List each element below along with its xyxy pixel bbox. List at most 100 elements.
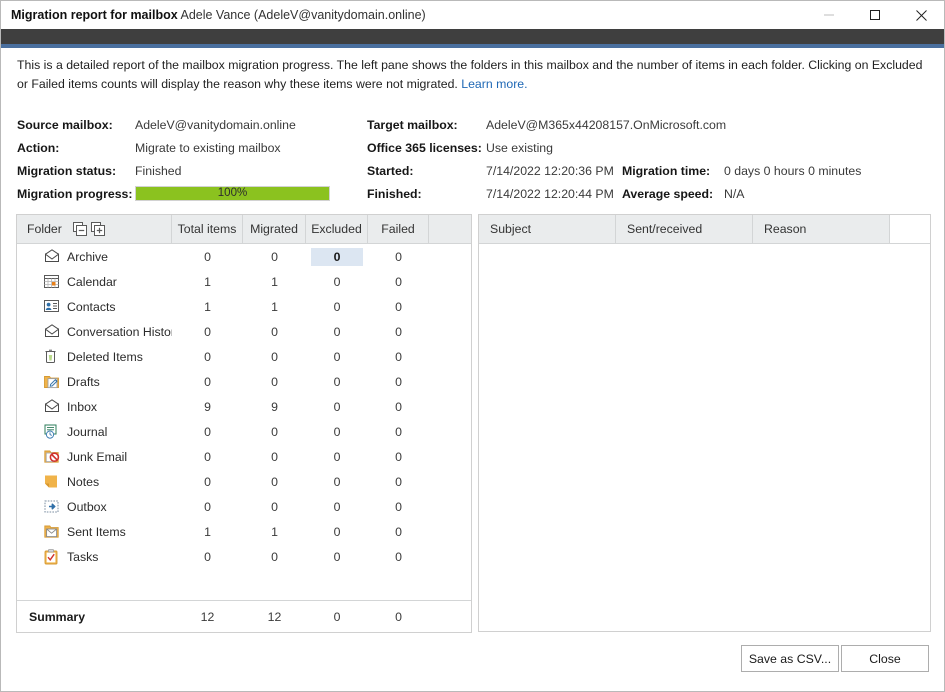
target-mailbox-value: AdeleV@M365x44208157.OnMicrosoft.com [486, 117, 727, 132]
table-row[interactable]: Tasks 0 0 0 0 [17, 544, 471, 569]
failed-cell[interactable]: 0 [368, 400, 429, 414]
table-row[interactable]: Notes 0 0 0 0 [17, 469, 471, 494]
table-row[interactable]: Archive 0 0 0 0 [17, 244, 471, 269]
failed-cell[interactable]: 0 [368, 425, 429, 439]
drafts-icon [44, 374, 61, 390]
folder-name-cell[interactable]: Drafts [17, 374, 172, 390]
migration-progress-bar: 100% [135, 186, 330, 201]
excluded-cell[interactable]: 0 [306, 425, 368, 439]
column-header-excluded[interactable]: Excluded [306, 215, 368, 243]
failed-cell[interactable]: 0 [368, 325, 429, 339]
column-header-migrated[interactable]: Migrated [243, 215, 306, 243]
table-row[interactable]: Drafts 0 0 0 0 [17, 369, 471, 394]
folder-name-label: Deleted Items [67, 349, 143, 364]
column-header-reason[interactable]: Reason [753, 215, 890, 243]
failed-cell[interactable]: 0 [368, 375, 429, 389]
total-items-cell: 1 [204, 274, 211, 289]
excluded-cell[interactable]: 0 [306, 300, 368, 314]
folder-name-cell[interactable]: Archive [17, 248, 172, 265]
failed-cell[interactable]: 0 [368, 250, 429, 264]
total-items-cell: 0 [204, 449, 211, 464]
failed-cell[interactable]: 0 [368, 525, 429, 539]
folder-name-cell[interactable]: Journal [17, 424, 172, 440]
table-row[interactable]: Inbox 9 9 0 0 [17, 394, 471, 419]
maximize-button[interactable] [852, 1, 898, 29]
licenses-value: Use existing [486, 140, 553, 155]
save-as-csv-button[interactable]: Save as CSV... [741, 645, 839, 672]
folder-table-summary-row: Summary 12 12 0 0 [17, 600, 471, 632]
folder-name-cell[interactable]: Deleted Items [17, 349, 172, 365]
migrated-cell: 0 [271, 349, 278, 364]
table-row[interactable]: Conversation Histor 0 0 0 0 [17, 319, 471, 344]
column-header-subject[interactable]: Subject [479, 215, 616, 243]
sentitems-icon [44, 524, 61, 540]
total-items-cell: 0 [204, 424, 211, 439]
migrated-cell: 1 [271, 274, 278, 289]
failed-cell[interactable]: 0 [368, 475, 429, 489]
failed-cell[interactable]: 0 [368, 350, 429, 364]
column-header-failed[interactable]: Failed [368, 215, 429, 243]
column-header-folder[interactable]: Folder [17, 215, 172, 243]
total-items-cell: 0 [204, 349, 211, 364]
failed-cell[interactable]: 0 [368, 275, 429, 289]
dialog-footer: Save as CSV... Close [1, 631, 944, 691]
table-row[interactable]: Contacts 1 1 0 0 [17, 294, 471, 319]
folder-name-cell[interactable]: Conversation Histor [17, 323, 172, 340]
folder-name-cell[interactable]: Outbox [17, 499, 172, 515]
excluded-cell[interactable]: 0 [306, 350, 368, 364]
close-dialog-button[interactable]: Close [841, 645, 929, 672]
folder-name-label: Sent Items [67, 524, 126, 539]
failed-cell[interactable]: 0 [368, 450, 429, 464]
table-row[interactable]: Outbox 0 0 0 0 [17, 494, 471, 519]
migrated-cell: 0 [271, 449, 278, 464]
window-title-bold: Migration report for mailbox [11, 8, 178, 22]
folder-name-cell[interactable]: Inbox [17, 398, 172, 415]
table-row[interactable]: Deleted Items 0 0 0 0 [17, 344, 471, 369]
table-row[interactable]: Junk Email 0 0 0 0 [17, 444, 471, 469]
folder-name-cell[interactable]: Contacts [17, 299, 172, 315]
failed-cell[interactable]: 0 [368, 550, 429, 564]
excluded-cell[interactable]: 0 [306, 450, 368, 464]
action-row: Action: Migrate to existing mailbox [17, 136, 367, 159]
expand-all-icon[interactable] [90, 221, 106, 237]
close-icon [915, 9, 927, 21]
excluded-cell[interactable]: 0 [306, 550, 368, 564]
folder-name-label: Archive [67, 249, 109, 264]
excluded-cell[interactable]: 0 [306, 500, 368, 514]
excluded-cell[interactable]: 0 [306, 525, 368, 539]
title-bar: Migration report for mailbox Adele Vance… [1, 1, 944, 29]
detail-table-header: Subject Sent/received Reason [479, 215, 930, 244]
folder-name-cell[interactable]: Notes [17, 474, 172, 490]
total-items-cell: 1 [204, 524, 211, 539]
excluded-cell[interactable]: 0 [306, 247, 368, 266]
collapse-all-icon[interactable] [72, 221, 88, 237]
excluded-cell[interactable]: 0 [306, 400, 368, 414]
average-speed-value: N/A [724, 186, 745, 201]
migrated-cell: 0 [271, 499, 278, 514]
excluded-cell[interactable]: 0 [306, 275, 368, 289]
notes-icon [44, 474, 61, 490]
folder-name-cell[interactable]: Tasks [17, 548, 172, 565]
source-mailbox-row: Source mailbox: AdeleV@vanitydomain.onli… [17, 113, 367, 136]
excluded-cell[interactable]: 0 [306, 325, 368, 339]
close-button[interactable] [898, 1, 944, 29]
table-row[interactable]: Sent Items 1 1 0 0 [17, 519, 471, 544]
table-row[interactable]: Calendar 1 1 0 0 [17, 269, 471, 294]
folder-name-cell[interactable]: Junk Email [17, 449, 172, 465]
folder-name-cell[interactable]: Sent Items [17, 524, 172, 540]
learn-more-link[interactable]: Learn more. [461, 77, 527, 91]
column-header-total-items[interactable]: Total items [172, 215, 243, 243]
failed-cell[interactable]: 0 [368, 300, 429, 314]
average-speed-label: Average speed: [622, 186, 714, 201]
table-row[interactable]: Journal 0 0 0 0 [17, 419, 471, 444]
minimize-button[interactable] [806, 1, 852, 29]
migration-report-window: Migration report for mailbox Adele Vance… [0, 0, 945, 692]
started-label: Started: [367, 163, 414, 178]
excluded-cell[interactable]: 0 [306, 375, 368, 389]
excluded-cell[interactable]: 0 [306, 475, 368, 489]
folder-name-cell[interactable]: Calendar [17, 274, 172, 290]
column-header-sent-received[interactable]: Sent/received [616, 215, 753, 243]
maximize-icon [870, 10, 880, 20]
failed-cell[interactable]: 0 [368, 500, 429, 514]
metadata-right-column: Target mailbox: AdeleV@M365x44208157.OnM… [367, 113, 927, 205]
